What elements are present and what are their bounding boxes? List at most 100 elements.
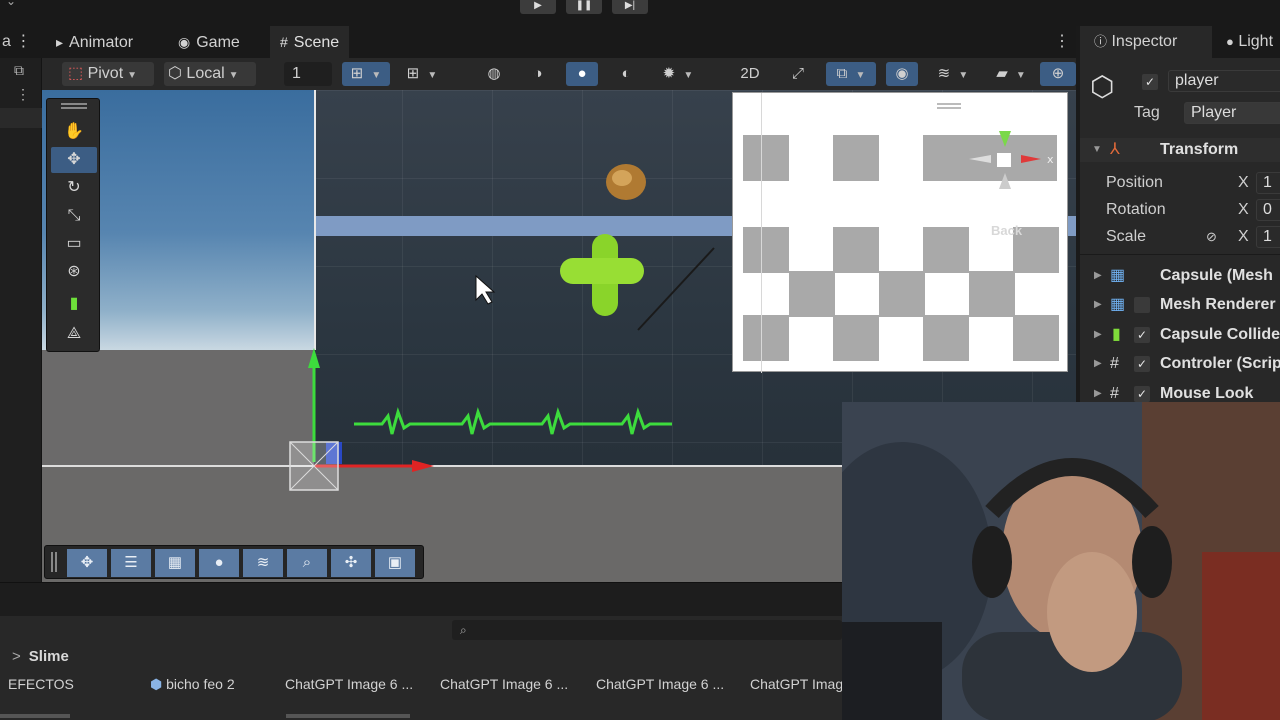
back-label: Back <box>991 223 1023 238</box>
grid-visibility-icon[interactable]: ⊞ ▼ <box>398 62 446 86</box>
scale-tool-icon[interactable]: ⤡ <box>51 203 97 229</box>
tab-scene[interactable]: # Scene <box>270 26 350 58</box>
globe-icon[interactable]: ◍ <box>478 62 510 86</box>
link-scale-icon[interactable]: ⊘ <box>1206 225 1217 249</box>
tag-dropdown[interactable]: Player <box>1184 102 1280 124</box>
grid-snap-icon[interactable]: ⊞ ▼ <box>342 62 390 86</box>
collider-tool-icon[interactable]: ▮ <box>51 291 97 317</box>
tab-menu-icon[interactable]: ⋮ <box>1054 26 1070 58</box>
scale-x-value: 1 <box>1263 228 1272 245</box>
scale-x-field[interactable]: 1 <box>1256 226 1280 248</box>
component-row[interactable]: ▶ # ✓ Controler (Scrip <box>1080 352 1280 376</box>
tab-label: Scene <box>293 34 340 51</box>
component-checkbox[interactable] <box>1134 297 1150 313</box>
component-checkbox[interactable]: ✓ <box>1134 356 1150 372</box>
checker-square <box>969 271 1015 317</box>
preview-overlay[interactable]: x Back <box>732 92 1068 373</box>
mesh-grid-icon: ▦ <box>1110 267 1126 284</box>
circle-fill-icon[interactable]: ● <box>199 549 239 577</box>
strip-handle[interactable] <box>51 552 53 572</box>
snap-increment-field[interactable]: 1 <box>284 62 332 86</box>
visibility-eye-icon[interactable]: ◉ <box>886 62 918 86</box>
window-icon[interactable]: ⧉ <box>14 62 24 79</box>
search-icon[interactable]: ⌕ <box>287 549 327 577</box>
gameobject-cube-icon: ⬡ <box>1090 71 1115 102</box>
asset-scrollbar[interactable] <box>0 714 70 718</box>
asset-label: EFECTOS <box>8 676 74 692</box>
local-toggle[interactable]: ⬡ Local ▼ <box>164 62 256 86</box>
asset-label: bicho feo 2 <box>166 676 235 692</box>
component-row[interactable]: ▶ ▦ Capsule (Mesh <box>1080 264 1280 288</box>
layers-icon[interactable]: ≋ ▼ <box>928 62 978 86</box>
asset-item[interactable]: EFECTOS <box>8 676 74 696</box>
gizmos-icon[interactable]: ⊕ <box>1040 62 1076 86</box>
rotate-tool-icon[interactable]: ↻ <box>51 175 97 201</box>
component-checkbox[interactable]: ✓ <box>1134 327 1150 343</box>
tab-animator[interactable]: ▸ Animator <box>46 26 143 58</box>
transform-header[interactable]: ▼ ⅄ Transform <box>1080 138 1280 162</box>
palette-handle[interactable] <box>61 103 87 105</box>
asset-item[interactable]: ChatGPT Image 6 ... <box>285 676 413 696</box>
pause-button[interactable]: ❚❚ <box>566 0 602 14</box>
step-button[interactable]: ▶| <box>612 0 648 14</box>
orientation-gizmo[interactable]: x <box>959 125 1059 215</box>
kebab-icon[interactable]: ⋮ <box>16 86 30 103</box>
breadcrumb-current[interactable]: Slime <box>29 648 69 665</box>
asset-item[interactable]: ChatGPT Imag <box>750 676 843 696</box>
project-search-input[interactable]: ⌕ <box>452 620 842 640</box>
prefab-icon: ⬢ <box>150 676 163 692</box>
tab-inspector[interactable]: ⓘ Inspector <box>1080 26 1212 58</box>
tab-label: Light <box>1238 33 1274 50</box>
rect-tool-icon[interactable]: ▭ <box>51 231 97 257</box>
transform-tool-icon[interactable]: ⊛ <box>51 259 97 285</box>
rotation-x-field[interactable]: 0 <box>1256 199 1280 221</box>
pivot-label: Pivot <box>87 65 124 82</box>
move-icon[interactable]: ✥ <box>67 549 107 577</box>
scene-toolbar: ⬚ Pivot ▼ ⬡ Local ▼ 1 ⊞ ▼ ⊞ ▼ ◍ ◑ ● ◐ ✹ ▼ … <box>42 58 1076 90</box>
pivot-toggle[interactable]: ⬚ Pivot ▼ <box>62 62 154 86</box>
layers-stack-icon[interactable]: ⧉ ▼ <box>826 62 876 86</box>
overflow-icon[interactable]: ⌄ <box>6 0 16 8</box>
snap-move-icon[interactable]: ✣ <box>331 549 371 577</box>
sliders-icon[interactable]: ☰ <box>111 549 151 577</box>
asset-item[interactable]: ChatGPT Image 6 ... <box>440 676 568 696</box>
camera-icon[interactable]: ▰ ▼ <box>986 62 1036 86</box>
local-label: Local <box>186 65 225 82</box>
play-button[interactable]: ▶ <box>520 0 556 14</box>
rotation-x-value: 0 <box>1263 201 1272 218</box>
checker-square <box>743 315 789 361</box>
checker-square <box>789 271 835 317</box>
sphere-outline-icon[interactable]: ◐ <box>610 62 642 86</box>
asset-item[interactable]: ChatGPT Image 6 ... <box>596 676 724 696</box>
tag-value: Player <box>1191 104 1237 121</box>
more-icon[interactable]: a ⋮ <box>2 26 31 58</box>
move-tool-icon[interactable]: ✥ <box>51 147 97 173</box>
hand-tool-icon[interactable]: ✋ <box>51 119 97 145</box>
audio-fx-icon[interactable]: ⤢ <box>782 62 814 86</box>
position-x-field[interactable]: 1 <box>1256 172 1280 194</box>
shaded-sphere-icon[interactable]: ● <box>566 62 598 86</box>
grid-pattern-icon[interactable]: ▦ <box>155 549 195 577</box>
cube-icon: ⬡ <box>168 65 182 82</box>
asset-item[interactable]: ⬢ bicho feo 2 <box>150 676 235 696</box>
custom-tool-icon[interactable]: ⟁ <box>51 321 97 347</box>
asset-scrollbar-2[interactable] <box>286 714 410 718</box>
object-name-field[interactable]: player <box>1168 70 1280 92</box>
chevron-down-icon: ▼ <box>958 70 969 81</box>
component-row[interactable]: ▶ ▮ ✓ Capsule Collide <box>1080 323 1280 347</box>
tab-game[interactable]: ◉ Game <box>168 26 250 58</box>
active-checkbox[interactable]: ✓ <box>1142 74 1158 90</box>
component-checkbox[interactable]: ✓ <box>1134 386 1150 402</box>
asset-label: ChatGPT Image 6 ... <box>596 676 725 692</box>
asset-label: ChatGPT Imag <box>750 676 844 692</box>
scale-row: Scale ⊘ X 1 <box>1080 225 1280 249</box>
2d-toggle-icon[interactable]: 2D <box>734 62 766 86</box>
panel-row <box>0 108 42 128</box>
camera-record-icon[interactable]: ▣ <box>375 549 415 577</box>
light-icon[interactable]: ✹ ▼ <box>654 62 702 86</box>
overlay-handle[interactable] <box>937 103 961 105</box>
wireframe-sphere-icon[interactable]: ◑ <box>522 62 554 86</box>
layers-icon[interactable]: ≋ <box>243 549 283 577</box>
component-row[interactable]: ▶ ▦ Mesh Renderer <box>1080 293 1280 317</box>
tab-lighting[interactable]: ● Light <box>1212 26 1273 58</box>
